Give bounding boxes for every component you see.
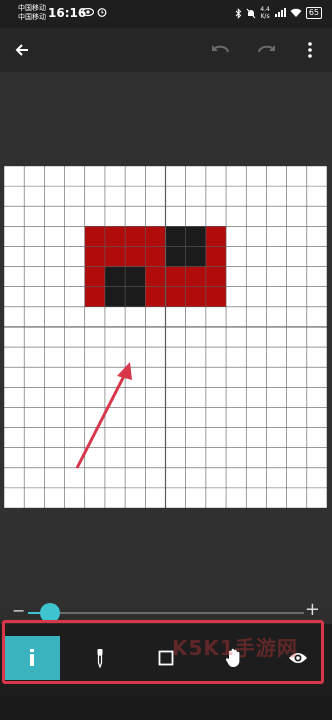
net-speed-value: 4.4 [260, 6, 270, 13]
painted-pixel [84, 266, 105, 287]
carrier-labels: 中国移动 中国移动 [18, 4, 46, 22]
painted-pixel [84, 226, 105, 247]
painted-pixel [104, 286, 126, 307]
zoom-out-button[interactable]: − [12, 601, 25, 620]
undo-icon [212, 45, 229, 53]
painted-pixel [84, 246, 105, 267]
redo-button[interactable] [252, 36, 280, 64]
mute-icon [246, 8, 256, 18]
painted-pixel [205, 226, 227, 247]
status-icons-left [82, 7, 107, 17]
system-nav-bar [0, 696, 332, 720]
pencil-icon [30, 649, 34, 666]
wifi-icon [290, 8, 302, 17]
painted-pixel [185, 266, 206, 287]
zoom-in-button[interactable]: + [305, 599, 320, 620]
net-speed-unit: K/s [260, 13, 270, 20]
painted-pixel [205, 286, 227, 307]
app-bar [0, 28, 332, 72]
eyedropper-tool-button[interactable] [72, 636, 128, 680]
clock: 16:16 [48, 6, 87, 20]
eyedropper-icon [97, 649, 103, 668]
arrow-left-icon [15, 44, 28, 56]
alarm-status-icon [97, 8, 107, 17]
painted-pixel [125, 246, 146, 267]
painted-pixel [165, 266, 186, 287]
pencil-tool-button[interactable] [4, 636, 60, 680]
pixel-grid[interactable] [4, 166, 327, 508]
painted-pixel [125, 226, 146, 247]
painted-pixel [125, 266, 146, 287]
undo-button[interactable] [207, 36, 235, 64]
painted-pixel [205, 266, 227, 287]
status-icons-right: 4.4 K/s 65 [235, 6, 322, 20]
painted-pixel [165, 226, 186, 247]
painted-pixel [145, 286, 166, 307]
painted-pixel [104, 246, 126, 267]
redo-icon [258, 45, 275, 53]
watermark-logo: K5K1手游网 [172, 636, 298, 660]
painted-pixel [125, 286, 146, 307]
more-vert-icon [308, 42, 312, 58]
painted-pixel [84, 286, 105, 307]
annotation-arrow [75, 362, 132, 469]
back-button[interactable] [8, 36, 36, 64]
carrier-1: 中国移动 [18, 4, 46, 12]
painted-pixel [165, 286, 186, 307]
zoom-slider[interactable] [28, 603, 304, 623]
status-bar: 中国移动 中国移动 16:16 4.4 K/s 65 [0, 0, 332, 28]
zoom-row: − + [0, 599, 332, 624]
net-speed: 4.4 K/s [260, 6, 270, 20]
signal-icon [274, 8, 286, 17]
painted-pixel [165, 246, 186, 267]
carrier-2: 中国移动 [18, 13, 46, 21]
painted-pixel [185, 286, 206, 307]
painted-pixel [104, 226, 126, 247]
painted-pixel [145, 266, 166, 287]
painted-pixel [145, 246, 166, 267]
zoom-slider-thumb[interactable] [39, 603, 60, 623]
painted-pixel [185, 226, 206, 247]
painted-pixel [104, 266, 126, 287]
battery-indicator: 65 [305, 7, 322, 19]
painted-pixel [205, 246, 227, 267]
more-options-button[interactable] [296, 36, 324, 64]
painted-pixel [185, 246, 206, 267]
painted-pixel [145, 226, 166, 247]
bluetooth-icon [235, 7, 242, 19]
eye-status-icon [82, 7, 94, 17]
